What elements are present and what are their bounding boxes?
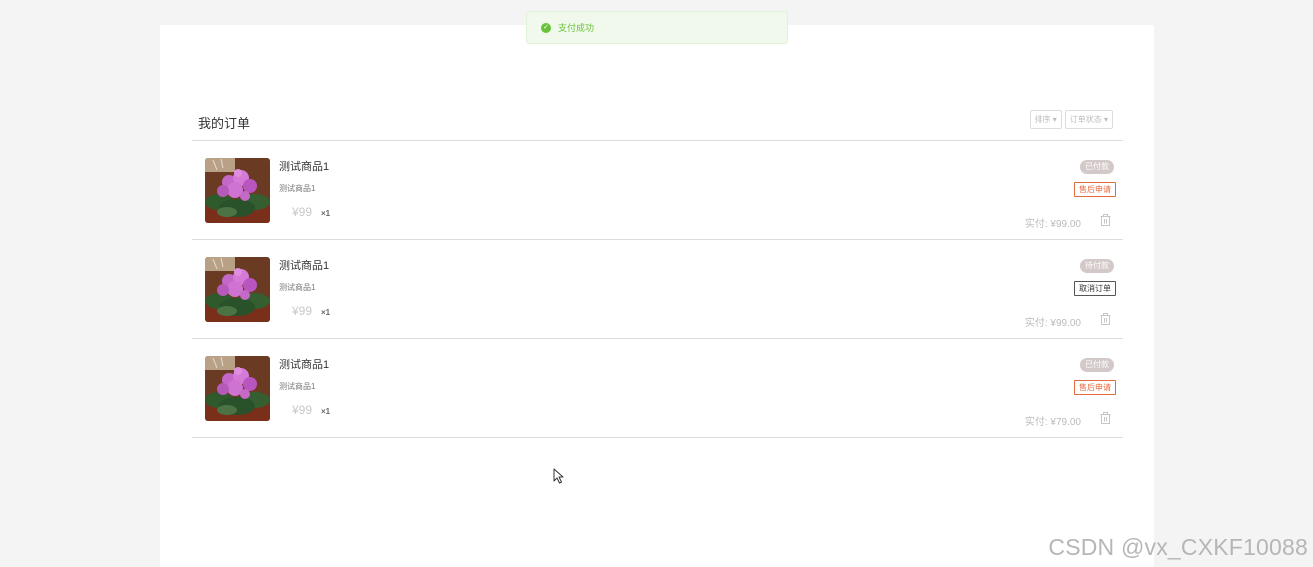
product-qty: ×1 [321, 407, 331, 416]
mouse-cursor-icon [553, 468, 564, 489]
product-desc: 测试商品1 [279, 382, 316, 391]
caret-down-icon: ▾ [1052, 115, 1057, 124]
caret-down-icon: ▾ [1103, 115, 1108, 124]
product-image[interactable] [205, 257, 270, 322]
sort-label: 排序 [1034, 115, 1051, 124]
orders-page: 我的订单 排序 ▾ 订单状态 ▾ 测试商品1 测试商品1 ¥99 ×1 已付款 … [160, 25, 1154, 567]
check-circle-icon: ✓ [541, 22, 551, 33]
status-badge: 待付款 [1080, 259, 1114, 273]
product-price: ¥99 [292, 304, 313, 318]
orders-header: 我的订单 排序 ▾ 订单状态 ▾ [192, 110, 1123, 141]
product-image[interactable] [205, 158, 270, 223]
toast-message: 支付成功 [558, 23, 595, 33]
filter-bar: 排序 ▾ 订单状态 ▾ [1029, 110, 1113, 129]
product-name[interactable]: 测试商品1 [279, 257, 329, 273]
trash-icon[interactable] [1100, 312, 1111, 330]
product-desc: 测试商品1 [279, 184, 316, 193]
product-name[interactable]: 测试商品1 [279, 158, 329, 174]
product-desc: 测试商品1 [279, 283, 316, 292]
trash-icon[interactable] [1100, 213, 1111, 231]
page-title: 我的订单 [198, 116, 251, 131]
paid-amount: 实付: ¥99.00 [1024, 219, 1081, 230]
product-name[interactable]: 测试商品1 [279, 356, 329, 372]
order-row: 测试商品1 测试商品1 ¥99 ×1 已付款 售后申请 实付: ¥99.00 [192, 141, 1123, 240]
order-status-label: 订单状态 [1069, 115, 1102, 124]
watermark: CSDN @vx_CXKF10088 [1048, 534, 1308, 560]
sort-dropdown[interactable]: 排序 ▾ [1029, 110, 1062, 129]
order-list: 测试商品1 测试商品1 ¥99 ×1 已付款 售后申请 实付: ¥99.00 测… [192, 141, 1123, 438]
paid-amount: 实付: ¥79.00 [1024, 417, 1081, 428]
product-price: ¥99 [292, 403, 313, 417]
order-row: 测试商品1 测试商品1 ¥99 ×1 已付款 售后申请 实付: ¥79.00 [192, 339, 1123, 438]
product-price: ¥99 [292, 205, 313, 219]
paid-amount: 实付: ¥99.00 [1024, 318, 1081, 329]
after-sale-button[interactable]: 售后申请 [1074, 182, 1116, 197]
status-badge: 已付款 [1080, 358, 1114, 372]
order-row: 测试商品1 测试商品1 ¥99 ×1 待付款 取消订单 实付: ¥99.00 [192, 240, 1123, 339]
product-image[interactable] [205, 356, 270, 421]
product-qty: ×1 [321, 209, 331, 218]
success-toast: ✓ 支付成功 [526, 11, 788, 44]
status-badge: 已付款 [1080, 160, 1114, 174]
order-status-dropdown[interactable]: 订单状态 ▾ [1064, 110, 1113, 129]
product-qty: ×1 [321, 308, 331, 317]
after-sale-button[interactable]: 售后申请 [1074, 380, 1116, 395]
cancel-order-button[interactable]: 取消订单 [1074, 281, 1116, 296]
trash-icon[interactable] [1100, 411, 1111, 429]
